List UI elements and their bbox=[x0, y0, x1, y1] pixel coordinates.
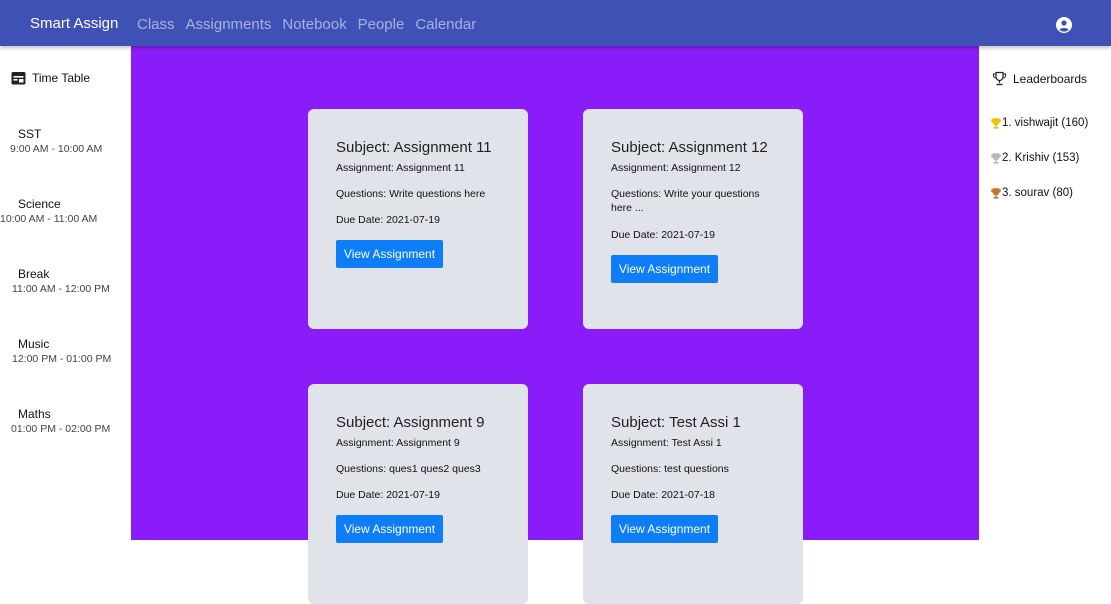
timetable-sidebar: Time Table SST 9:00 AM - 10:00 AM Scienc… bbox=[0, 46, 131, 540]
timetable-title: Time Table bbox=[32, 71, 91, 85]
card-assignment: Assignment: Assignment 11 bbox=[336, 162, 465, 174]
calendar-icon bbox=[11, 72, 26, 85]
leaderboard-entry: 3. sourav (80) bbox=[991, 187, 1073, 199]
slot-time: 11:00 AM - 12:00 PM bbox=[12, 283, 110, 295]
nav-class[interactable]: Class bbox=[137, 16, 175, 33]
gold-trophy-icon bbox=[991, 117, 1001, 129]
nav-people[interactable]: People bbox=[358, 16, 405, 33]
card-questions: Questions: ques1 ques2 ques3 bbox=[336, 463, 481, 475]
main-nav: Class Assignments Notebook People Calend… bbox=[137, 16, 476, 33]
brand-title[interactable]: Smart Assign bbox=[30, 15, 118, 32]
assignment-card: Subject: Assignment 12 Assignment: Assig… bbox=[583, 109, 803, 329]
card-subject: Subject: Assignment 12 bbox=[611, 139, 768, 156]
leaderboard-entry: 1. vishwajit (160) bbox=[991, 117, 1088, 129]
silver-trophy-icon bbox=[991, 152, 1001, 164]
leaderboard-header: Leaderboards bbox=[992, 71, 1087, 86]
assignment-card: Subject: Assignment 9 Assignment: Assign… bbox=[308, 384, 528, 604]
leaderboard-sidebar: Leaderboards 1. vishwajit (160) 2. Krish… bbox=[979, 46, 1111, 540]
top-app-bar: Smart Assign Class Assignments Notebook … bbox=[0, 0, 1111, 46]
nav-calendar[interactable]: Calendar bbox=[415, 16, 476, 33]
leaderboard-title: Leaderboards bbox=[1013, 71, 1088, 86]
view-assignment-button[interactable]: View Assignment bbox=[611, 515, 718, 543]
leaderboard-entry: 2. Krishiv (153) bbox=[991, 152, 1079, 164]
leaderboard-entry-text: 2. Krishiv (153) bbox=[1002, 152, 1080, 164]
card-assignment: Assignment: Assignment 9 bbox=[336, 437, 460, 449]
card-due-date: Due Date: 2021-07-19 bbox=[611, 229, 715, 241]
assignment-card: Subject: Assignment 11 Assignment: Assig… bbox=[308, 109, 528, 329]
nav-assignments[interactable]: Assignments bbox=[186, 16, 272, 33]
card-questions: Questions: test questions bbox=[611, 463, 729, 475]
slot-time: 10:00 AM - 11:00 AM bbox=[0, 213, 98, 225]
slot-subject: Music bbox=[18, 337, 50, 351]
card-assignment: Assignment: Test Assi 1 bbox=[611, 437, 722, 449]
slot-subject: SST bbox=[18, 127, 42, 141]
slot-time: 12:00 PM - 01:00 PM bbox=[12, 353, 112, 365]
trophy-outline-icon bbox=[992, 71, 1007, 86]
view-assignment-button[interactable]: View Assignment bbox=[336, 240, 443, 268]
view-assignment-button[interactable]: View Assignment bbox=[336, 515, 443, 543]
card-questions: Questions: Write questions here bbox=[336, 188, 486, 200]
card-questions: Questions: Write your questions here ... bbox=[611, 188, 760, 214]
card-assignment: Assignment: Assignment 12 bbox=[611, 162, 741, 174]
card-due-date: Due Date: 2021-07-19 bbox=[336, 489, 440, 501]
slot-subject: Maths bbox=[18, 407, 51, 421]
timetable-header: Time Table bbox=[11, 71, 90, 85]
slot-time: 01:00 PM - 02:00 PM bbox=[11, 423, 111, 435]
bronze-trophy-icon bbox=[991, 187, 1001, 199]
card-due-date: Due Date: 2021-07-19 bbox=[336, 214, 440, 226]
card-due-date: Due Date: 2021-07-18 bbox=[611, 489, 715, 501]
card-subject: Subject: Assignment 11 bbox=[336, 139, 492, 156]
assignments-area: Subject: Assignment 11 Assignment: Assig… bbox=[131, 46, 979, 604]
slot-subject: Science bbox=[18, 197, 61, 211]
assignment-card: Subject: Test Assi 1 Assignment: Test As… bbox=[583, 384, 803, 604]
card-subject: Subject: Test Assi 1 bbox=[611, 414, 741, 431]
card-subject: Subject: Assignment 9 bbox=[336, 414, 485, 431]
view-assignment-button[interactable]: View Assignment bbox=[611, 255, 718, 283]
slot-subject: Break bbox=[18, 267, 50, 281]
slot-time: 9:00 AM - 10:00 AM bbox=[10, 143, 103, 155]
account-circle-icon[interactable] bbox=[1056, 17, 1072, 33]
nav-notebook[interactable]: Notebook bbox=[282, 16, 346, 33]
leaderboard-entry-text: 1. vishwajit (160) bbox=[1002, 117, 1089, 129]
leaderboard-entry-text: 3. sourav (80) bbox=[1002, 187, 1073, 199]
